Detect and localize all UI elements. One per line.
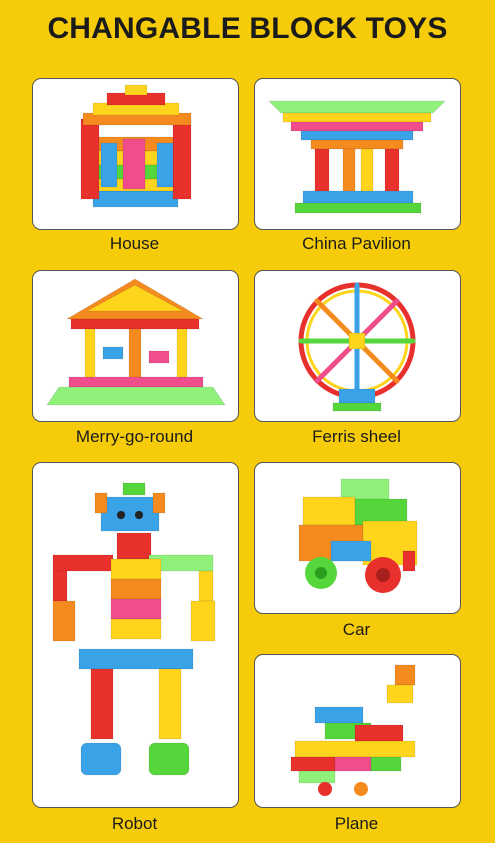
carousel-toy-image bbox=[46, 278, 226, 406]
robot-label: Robot bbox=[111, 814, 158, 833]
carousel-image-card bbox=[32, 270, 239, 422]
car-label: Car bbox=[342, 620, 371, 639]
car-toy-image bbox=[298, 478, 418, 593]
merry-go-round-label: Merry-go-round bbox=[75, 427, 194, 446]
china-pavilion-label: China Pavilion bbox=[302, 234, 411, 253]
ferris-wheel-toy-image bbox=[298, 282, 416, 412]
robot-image-card bbox=[32, 462, 239, 808]
house-toy-image bbox=[80, 84, 192, 208]
house-image-card bbox=[32, 78, 239, 230]
ferris-sheel-label: Ferris sheel bbox=[312, 427, 401, 446]
ferris-image-card bbox=[254, 270, 461, 422]
pavilion-image-card bbox=[254, 78, 461, 230]
robot-toy-image bbox=[52, 482, 216, 776]
plane-toy-image bbox=[290, 664, 416, 796]
plane-label: Plane bbox=[334, 814, 379, 833]
plane-image-card bbox=[254, 654, 461, 808]
page-title: CHANGABLE BLOCK TOYS bbox=[47, 12, 448, 45]
car-image-card bbox=[254, 462, 461, 614]
pavilion-toy-image bbox=[268, 100, 446, 214]
house-label: House bbox=[109, 234, 160, 253]
